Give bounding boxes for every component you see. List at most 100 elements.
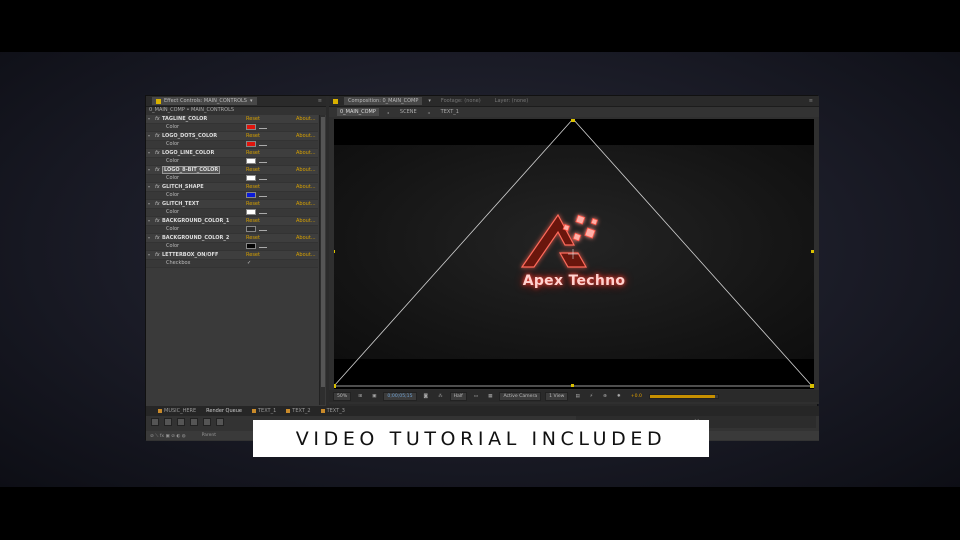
reset-link[interactable]: Reset <box>246 201 260 207</box>
shy-icon[interactable] <box>177 418 185 426</box>
about-link[interactable]: About... <box>296 116 316 122</box>
twirl-down-icon[interactable]: ▾ <box>148 167 152 172</box>
about-link[interactable]: About... <box>296 252 316 258</box>
mask-vertex-handle[interactable] <box>334 384 336 388</box>
about-link[interactable]: About... <box>296 235 316 241</box>
effect-row[interactable]: ▾ fx LOGO_DOTS_COLOR Reset About... <box>146 132 318 141</box>
safe-zones-icon[interactable]: ▣ <box>369 393 379 400</box>
layer-handle[interactable] <box>811 250 814 253</box>
fx-icon[interactable]: fx <box>155 235 162 241</box>
eyedropper-icon[interactable] <box>259 195 267 197</box>
about-link[interactable]: About... <box>296 218 316 224</box>
eyedropper-icon[interactable] <box>259 212 267 214</box>
frame-blending-icon[interactable] <box>190 418 198 426</box>
about-link[interactable]: About... <box>296 201 316 207</box>
eyedropper-icon[interactable] <box>259 144 267 146</box>
graph-editor-icon[interactable] <box>216 418 224 426</box>
color-swatch[interactable] <box>246 226 256 233</box>
twirl-down-icon[interactable]: ▾ <box>148 150 152 155</box>
reset-link[interactable]: Reset <box>246 150 260 156</box>
fx-icon[interactable]: fx <box>155 167 162 173</box>
motion-blur-icon[interactable] <box>203 418 211 426</box>
color-swatch[interactable] <box>246 175 256 182</box>
chevron-down-icon[interactable]: ▾ <box>250 98 253 104</box>
pixel-aspect-icon[interactable]: ▤ <box>572 393 582 400</box>
eyedropper-icon[interactable] <box>259 246 267 248</box>
effect-row[interactable]: ▾ fx BACKGROUND_COLOR_1 Reset About... <box>146 217 318 226</box>
effect-row[interactable]: ▾ fx BACKGROUND_COLOR_2 Reset About... <box>146 234 318 243</box>
fx-icon[interactable]: fx <box>155 252 162 258</box>
view-layout-select[interactable]: 1 View <box>545 391 569 401</box>
fx-icon[interactable]: fx <box>155 184 162 190</box>
tab-composition[interactable]: Composition: 0_MAIN_COMP <box>344 97 423 105</box>
comp-mini-flowchart-icon[interactable] <box>151 418 159 426</box>
reset-link[interactable]: Reset <box>246 218 260 224</box>
checkbox[interactable]: ✓ <box>247 260 251 266</box>
color-swatch[interactable] <box>246 141 256 148</box>
fx-icon[interactable]: fx <box>155 201 162 207</box>
color-swatch[interactable] <box>246 209 256 216</box>
tab-render-queue[interactable]: Render Queue <box>206 408 242 414</box>
color-swatch[interactable] <box>246 192 256 199</box>
tab-text-1[interactable]: TEXT_1 <box>252 408 276 414</box>
draft-3d-icon[interactable] <box>164 418 172 426</box>
effect-row[interactable]: ▾ fx GLITCH_SHAPE Reset About... <box>146 183 318 192</box>
transparency-grid-icon[interactable]: ▦ <box>485 393 495 400</box>
effect-row[interactable]: ▾ fx LOGO_LINE_COLOR Reset About... <box>146 149 318 158</box>
twirl-down-icon[interactable]: ▾ <box>148 201 152 206</box>
eyedropper-icon[interactable] <box>259 161 267 163</box>
about-link[interactable]: About... <box>296 167 316 173</box>
eyedropper-icon[interactable] <box>259 127 267 129</box>
tab-text-3[interactable]: TEXT_3 <box>320 408 345 414</box>
fx-icon[interactable]: fx <box>155 218 162 224</box>
about-link[interactable]: About... <box>296 133 316 139</box>
fx-icon[interactable]: fx <box>155 150 162 156</box>
effect-row[interactable]: ▾ fx LETTERBOX_ON/OFF Reset About... <box>146 251 318 260</box>
snapshot-icon[interactable]: ◙ <box>421 393 431 400</box>
crumb-scene[interactable]: SCENE <box>397 108 420 116</box>
eyedropper-icon[interactable] <box>259 178 267 180</box>
reset-link[interactable]: Reset <box>246 133 260 139</box>
fx-icon[interactable]: fx <box>155 116 162 122</box>
eyedropper-icon[interactable] <box>259 229 267 231</box>
twirl-down-icon[interactable]: ▾ <box>148 235 152 240</box>
effect-row[interactable]: ▾ fx TAGLINE_COLOR Reset About... <box>146 115 318 124</box>
mask-vertex-handle[interactable] <box>571 119 575 122</box>
twirl-down-icon[interactable]: ▾ <box>148 184 152 189</box>
chevron-down-icon[interactable]: ▾ <box>428 98 431 104</box>
twirl-down-icon[interactable]: ▾ <box>148 116 152 121</box>
scrollbar-thumb[interactable] <box>321 117 325 387</box>
color-swatch[interactable] <box>246 243 256 250</box>
reset-link[interactable]: Reset <box>246 252 260 258</box>
about-link[interactable]: About... <box>296 150 316 156</box>
panel-menu-icon[interactable]: ≡ <box>809 98 813 104</box>
flowchart-icon[interactable]: ⊕ <box>600 393 610 400</box>
tab-text-2[interactable]: TEXT_2 <box>286 408 311 414</box>
color-swatch[interactable] <box>246 124 256 131</box>
about-link[interactable]: About... <box>296 184 316 190</box>
effect-row[interactable]: ▾ fx LOGO_8-BIT_COLOR Reset About... <box>146 165 318 175</box>
twirl-down-icon[interactable]: ▾ <box>148 133 152 138</box>
tab-layer[interactable]: Layer: (none) <box>491 97 533 105</box>
panel-menu-icon[interactable]: ≡ <box>318 98 322 104</box>
fast-preview-icon[interactable]: ⚡ <box>587 393 596 400</box>
crumb-main-comp[interactable]: 0_MAIN_COMP <box>337 108 379 116</box>
scrollbar[interactable] <box>319 115 325 405</box>
reset-link[interactable]: Reset <box>246 184 260 190</box>
reset-link[interactable]: Reset <box>246 235 260 241</box>
layer-handle[interactable] <box>571 384 574 387</box>
effect-row[interactable]: ▾ fx GLITCH_TEXT Reset About... <box>146 200 318 209</box>
reset-link[interactable]: Reset <box>246 167 260 173</box>
composition-viewer[interactable]: Apex Techno <box>334 119 814 389</box>
region-of-interest-icon[interactable]: ▭ <box>471 393 481 400</box>
color-swatch[interactable] <box>246 158 256 165</box>
grid-icon[interactable]: ⊞ <box>355 393 365 400</box>
timecode[interactable]: 0;00;05;15 <box>383 391 417 401</box>
zoom-select[interactable]: 50% <box>333 391 352 401</box>
twirl-down-icon[interactable]: ▾ <box>148 218 152 223</box>
tab-music-here[interactable]: MUSIC_HERE <box>158 408 196 414</box>
exposure-value[interactable]: +0.0 <box>628 393 645 400</box>
tab-effect-controls[interactable]: Effect Controls: MAIN_CONTROLS ▾ <box>152 97 257 105</box>
reset-link[interactable]: Reset <box>246 116 260 122</box>
camera-select[interactable]: Active Camera <box>499 391 542 401</box>
